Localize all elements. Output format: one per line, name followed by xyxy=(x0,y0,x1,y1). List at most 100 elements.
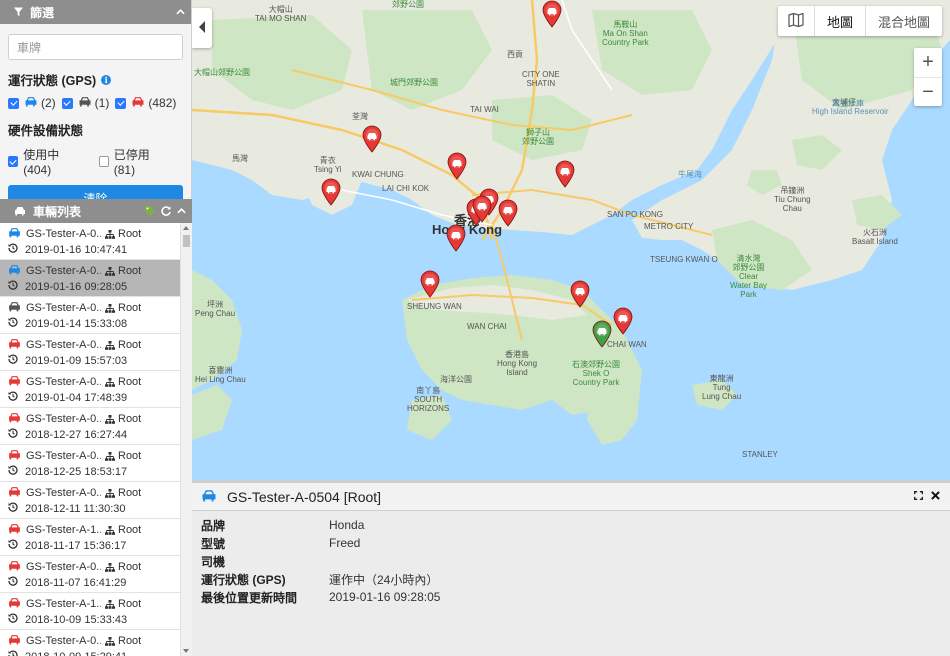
vehicle-list-item[interactable]: GS-Tester-A-0... Root 2018-12-25 18:53:17 xyxy=(0,445,180,482)
refresh-icon[interactable] xyxy=(161,206,171,216)
checkbox[interactable] xyxy=(115,97,127,109)
car-icon xyxy=(8,449,21,463)
vehicle-list-item[interactable]: GS-Tester-A-0... Root 2019-01-16 10:47:41 xyxy=(0,223,180,260)
scroll-thumb[interactable] xyxy=(183,235,190,247)
hardware-status-option[interactable]: 已停用 (81) xyxy=(98,146,169,177)
chevron-up-icon[interactable] xyxy=(177,208,186,214)
checkbox[interactable] xyxy=(61,97,73,109)
vehicle-last-update: 2018-12-25 18:53:17 xyxy=(25,465,128,478)
gps-status-option[interactable]: (1) xyxy=(61,96,109,110)
vehicle-list-item[interactable]: GS-Tester-A-0... Root 2018-10-09 15:29:41 xyxy=(0,630,180,656)
map-place-label: WAN CHAI xyxy=(467,322,507,331)
vehicle-list-scrollbar[interactable] xyxy=(180,223,192,656)
zoom-in-button[interactable]: + xyxy=(914,48,942,77)
history-icon xyxy=(8,502,18,515)
checkbox[interactable] xyxy=(8,156,19,167)
vehicle-name: GS-Tester-A-0... xyxy=(26,265,101,277)
vehicle-map-marker[interactable] xyxy=(592,320,612,348)
map-view[interactable]: 大帽山 TAI MO SHAN 大帽山郊野公園 城門郊野公園 郊野公園 馬鞍山 Ma O… xyxy=(192,0,950,480)
vehicle-map-marker[interactable] xyxy=(472,195,492,223)
scroll-up-arrow-icon[interactable] xyxy=(183,226,189,230)
info-value: 運作中（24小時內） xyxy=(329,572,439,587)
map-place-label: 坪洲 Peng Chau xyxy=(195,300,236,318)
org-icon: Root xyxy=(105,598,141,610)
vehicle-map-marker[interactable] xyxy=(447,152,467,180)
vehicle-list-item[interactable]: GS-Tester-A-0... Root 2019-01-14 15:33:08 xyxy=(0,297,180,334)
gps-status-option[interactable]: (2) xyxy=(8,96,56,110)
map-pin-icon xyxy=(570,280,590,308)
map-place-label: 大帽山 TAI MO SHAN xyxy=(255,5,307,23)
map-place-label: High Island Reservoir xyxy=(812,107,889,116)
map-place-label: 石澳郊野公園 Shek O Country Park xyxy=(572,360,620,387)
vehicle-name: GS-Tester-A-1... xyxy=(26,524,101,536)
collapse-sidebar-button[interactable] xyxy=(192,8,212,48)
filter-icon xyxy=(14,7,23,17)
vehicle-map-marker[interactable] xyxy=(420,270,440,298)
map-layer-button[interactable] xyxy=(778,6,814,36)
map-type-hybrid-button[interactable]: 混合地圖 xyxy=(864,6,942,36)
vehicle-list-item[interactable]: GS-Tester-A-0... Root 2019-01-09 15:57:03 xyxy=(0,334,180,371)
vehicle-map-marker[interactable] xyxy=(498,199,518,227)
close-icon[interactable] xyxy=(931,491,940,500)
vehicle-org: Root xyxy=(118,265,142,277)
vehicle-map-marker[interactable] xyxy=(446,224,466,252)
vehicle-org: Root xyxy=(118,228,142,240)
map-pin-icon xyxy=(498,199,518,227)
checkbox[interactable] xyxy=(8,97,19,109)
org-icon: Root xyxy=(105,339,141,351)
plate-search-input[interactable]: 車牌 xyxy=(8,34,183,60)
vehicle-list-item[interactable]: GS-Tester-A-0... Root 2018-11-07 16:41:29 xyxy=(0,556,180,593)
org-icon: Root xyxy=(105,228,141,240)
info-key: 最後位置更新時間 xyxy=(201,590,298,605)
map-place-label: 海洋公園 xyxy=(440,375,472,384)
map-place-label: 馬灣 xyxy=(232,154,248,163)
vehicle-map-marker[interactable] xyxy=(321,178,341,206)
map-place-label: 荃灣 xyxy=(352,112,368,121)
map-pin-icon xyxy=(447,152,467,180)
tag-icon[interactable] xyxy=(145,206,155,216)
history-icon xyxy=(8,650,18,656)
vehicle-list-item[interactable]: GS-Tester-A-1... Root 2018-10-09 15:33:43 xyxy=(0,593,180,630)
filter-header[interactable]: 篩選 xyxy=(0,0,191,24)
vehicle-list-item[interactable]: GS-Tester-A-0... Root 2019-01-16 09:28:05 xyxy=(0,260,180,297)
vehicle-last-update: 2019-01-09 15:57:03 xyxy=(25,354,128,367)
history-icon xyxy=(8,613,18,626)
vehicle-org: Root xyxy=(118,598,142,610)
vehicle-list-item[interactable]: GS-Tester-A-0... Root 2018-12-27 16:27:44 xyxy=(0,408,180,445)
vehicle-list-item[interactable]: GS-Tester-A-1... Root 2018-11-17 15:36:17 xyxy=(0,519,180,556)
vehicle-list-header[interactable]: 車輛列表 xyxy=(0,199,192,223)
map-place-label: TAI WAI xyxy=(470,105,499,114)
history-icon xyxy=(8,243,18,256)
vehicle-name: GS-Tester-A-1... xyxy=(26,598,101,610)
expand-icon[interactable] xyxy=(914,491,923,500)
info-row: 品牌 Honda xyxy=(201,516,440,534)
vehicle-map-marker[interactable] xyxy=(613,307,633,335)
info-row: 型號 Freed xyxy=(201,534,440,552)
vehicle-list-item[interactable]: GS-Tester-A-0... Root 2019-01-04 17:48:39 xyxy=(0,371,180,408)
map-pin-icon xyxy=(321,178,341,206)
search-placeholder: 車牌 xyxy=(17,40,42,55)
vehicle-map-marker[interactable] xyxy=(555,160,575,188)
vehicle-map-marker[interactable] xyxy=(570,280,590,308)
car-icon xyxy=(8,338,21,352)
vehicle-list: GS-Tester-A-0... Root 2019-01-16 10:47:41 G… xyxy=(0,223,180,656)
map-type-map-button[interactable]: 地圖 xyxy=(813,6,865,36)
zoom-out-button[interactable]: − xyxy=(914,77,942,106)
hardware-status-option[interactable]: 使用中 (404) xyxy=(8,146,85,177)
map-place-label: KWAI CHUNG xyxy=(352,170,404,179)
vehicle-map-marker[interactable] xyxy=(362,125,382,153)
info-icon[interactable]: i xyxy=(101,74,112,85)
checkbox[interactable] xyxy=(98,156,109,167)
map-pin-icon xyxy=(555,160,575,188)
map-place-label: 火石洲 Basalt Island xyxy=(852,228,898,246)
chevron-up-icon[interactable] xyxy=(176,9,185,15)
car-icon xyxy=(24,96,38,110)
vehicle-list-item[interactable]: GS-Tester-A-0... Root 2018-12-11 11:30:30 xyxy=(0,482,180,519)
map-place-label: 青衣 Tsing Yi xyxy=(314,156,342,174)
vehicle-info-table: 品牌 Honda 型號 Freed 司機 運行狀態 (GPS) 運作中（24小時內） 最後位置… xyxy=(201,516,440,606)
vehicle-name: GS-Tester-A-0... xyxy=(26,339,101,351)
gps-status-option[interactable]: (482) xyxy=(115,96,176,110)
vehicle-map-marker[interactable] xyxy=(542,0,562,28)
scroll-down-arrow-icon[interactable] xyxy=(183,649,189,653)
car-icon xyxy=(8,486,21,500)
